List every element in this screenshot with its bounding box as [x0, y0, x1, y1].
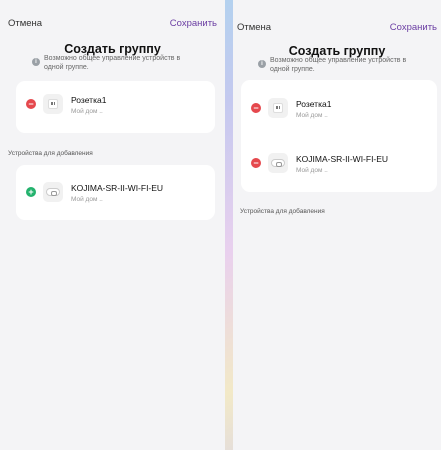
hint-text: Возможно общее управление устройств в од…	[270, 57, 407, 73]
remove-device-button[interactable]: −	[26, 99, 36, 109]
info-icon: i	[258, 60, 266, 68]
group-devices-card: − Розетка1 Мой дом ..	[16, 81, 215, 133]
page-title: Создать группу	[64, 42, 161, 56]
screen-right: Отмена Сохранить Создать группу i Возмож…	[233, 0, 441, 450]
device-room: Мой дом ..	[71, 196, 103, 203]
device-name: Розетка1	[71, 95, 107, 105]
save-button[interactable]: Сохранить	[170, 18, 217, 29]
device-room: Мой дом ..	[71, 108, 103, 115]
add-device-button[interactable]: +	[26, 187, 36, 197]
list-item: − KOJIMA-SR-II-WI-FI-EU Мой дом ..	[241, 143, 437, 183]
list-item: + KOJIMA-SR-II-WI-FI-EU Мой дом ..	[16, 172, 215, 212]
remove-device-button[interactable]: −	[251, 158, 261, 168]
cancel-button[interactable]: Отмена	[237, 22, 271, 33]
section-label: Устройства для добавления	[8, 150, 93, 157]
available-devices-card: + KOJIMA-SR-II-WI-FI-EU Мой дом ..	[16, 165, 215, 220]
hint: i Возможно общее управление устройств в …	[32, 55, 194, 72]
save-button[interactable]: Сохранить	[390, 22, 437, 33]
hint-text: Возможно общее управление устройств в од…	[44, 55, 181, 71]
list-item: − Розетка1 Мой дом ..	[16, 84, 215, 124]
top-bar: Отмена Сохранить	[0, 0, 225, 40]
screen-left: Отмена Сохранить Создать группу i Возмож…	[0, 0, 225, 450]
cancel-button[interactable]: Отмена	[8, 18, 42, 29]
info-icon: i	[32, 58, 40, 66]
device-name: Розетка1	[296, 99, 332, 109]
socket-icon	[43, 94, 63, 114]
remove-device-button[interactable]: −	[251, 103, 261, 113]
section-label: Устройства для добавления	[240, 208, 325, 215]
plug-icon	[268, 153, 288, 173]
device-name: KOJIMA-SR-II-WI-FI-EU	[296, 154, 389, 164]
socket-icon	[268, 98, 288, 118]
page-title: Создать группу	[288, 44, 386, 58]
list-item: − Розетка1 Мой дом ..	[241, 88, 437, 128]
device-name: KOJIMA-SR-II-WI-FI-EU	[71, 183, 164, 193]
device-room: Мой дом ..	[296, 112, 328, 119]
plug-icon	[43, 182, 63, 202]
top-bar: Отмена Сохранить	[233, 0, 441, 40]
hint: i Возможно общее управление устройств в …	[258, 57, 420, 74]
device-room: Мой дом ..	[296, 167, 328, 174]
group-devices-card: − Розетка1 Мой дом .. − KOJIMA-SR-II-WI-…	[241, 80, 437, 192]
